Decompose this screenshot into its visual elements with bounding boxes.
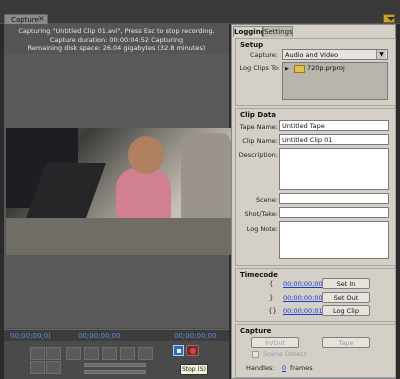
shuttle-slider[interactable]: [84, 363, 146, 367]
handles-value[interactable]: 0: [282, 364, 286, 372]
record-button[interactable]: [186, 345, 199, 356]
video-preview: [6, 128, 231, 255]
go-to-out-button[interactable]: [46, 361, 61, 374]
stop-tooltip: Stop (S): [180, 364, 208, 375]
set-out-button[interactable]: [46, 347, 61, 360]
in-out-button[interactable]: In/Out: [251, 337, 299, 348]
go-to-in-button[interactable]: [30, 361, 45, 374]
out-point-timecode[interactable]: 00;00;00;00: [283, 294, 323, 302]
rewind-icon[interactable]: [66, 347, 81, 360]
expand-arrow-icon[interactable]: ▶: [285, 64, 289, 74]
tape-button[interactable]: Tape: [322, 337, 370, 348]
jog-slider[interactable]: [84, 370, 146, 374]
stop-button[interactable]: [173, 345, 184, 356]
step-forward-icon[interactable]: [120, 347, 135, 360]
scene-detect-label: Scene Detect: [263, 350, 307, 358]
tape-name-input[interactable]: Untitled Tape: [279, 120, 389, 131]
video-table-shape: [6, 218, 231, 255]
step-back-icon[interactable]: [84, 347, 99, 360]
tab-logging[interactable]: Logging: [233, 26, 266, 37]
log-clips-value[interactable]: 720p.prproj: [307, 63, 345, 73]
status-line-3: Remaining disk space: 26.04 gigabytes (3…: [27, 44, 206, 53]
close-icon[interactable]: ×: [38, 14, 46, 24]
log-clips-tree[interactable]: ▶ 720p.prproj: [282, 62, 388, 100]
in-point-icon: {: [269, 280, 274, 288]
log-clip-button[interactable]: Log Clip: [322, 305, 370, 316]
capture-select[interactable]: Audio and Video ▼: [282, 49, 388, 60]
timecode-row: 00;00;00;0( 00;00;00;00 00;00;00;00: [4, 329, 229, 341]
log-note-label: Log Note:: [246, 225, 278, 233]
scene-label: Scene:: [255, 196, 278, 204]
capture-heading: Capture: [240, 327, 272, 335]
tab-settings[interactable]: Settings: [263, 26, 293, 37]
description-label: Description:: [238, 151, 278, 159]
handles-label: Handles:: [246, 364, 275, 372]
clip-name-label: Clip Name:: [242, 137, 278, 145]
folder-icon: [294, 65, 305, 73]
set-in-button[interactable]: [30, 347, 45, 360]
status-line-2: Capture duration: 00:00:04:52 Capturing: [49, 35, 184, 44]
chevron-down-icon: ▼: [376, 50, 386, 59]
shot-take-label: Shot/Take:: [244, 210, 278, 218]
tab-capture-label: Capture: [11, 16, 39, 24]
capture-select-value: Audio and Video: [285, 51, 339, 59]
description-input[interactable]: [279, 148, 389, 190]
duration-timecode[interactable]: 00;00;00;01: [283, 307, 323, 315]
in-point-timecode[interactable]: 00;00;00;00: [283, 280, 323, 288]
set-in-button[interactable]: Set In: [322, 278, 370, 289]
status-line-1: Capturing "Untitled Clip 01.avi", Press …: [18, 27, 215, 35]
shot-take-input[interactable]: [279, 207, 389, 218]
panel-menu-icon[interactable]: [383, 14, 395, 23]
setup-heading: Setup: [240, 41, 264, 49]
tape-name-label: Tape Name:: [239, 123, 278, 131]
video-head-shape: [128, 136, 164, 174]
log-clips-label: Log Clips To:: [239, 64, 280, 72]
capture-label: Capture:: [249, 51, 278, 59]
log-note-input[interactable]: [279, 221, 389, 259]
clip-name-input[interactable]: Untitled Clip 01: [279, 134, 389, 145]
set-out-button[interactable]: Set Out: [322, 292, 370, 303]
timecode-heading: Timecode: [240, 271, 278, 279]
capture-status: Capturing "Untitled Clip 01.avi", Press …: [4, 24, 229, 54]
scene-detect-checkbox[interactable]: [252, 351, 259, 358]
title-bar: [0, 0, 400, 24]
duration-icon: {}: [268, 307, 277, 315]
clip-data-heading: Clip Data: [240, 111, 276, 119]
play-icon[interactable]: [102, 347, 117, 360]
handles-unit: frames: [290, 364, 313, 372]
out-point-icon: }: [269, 294, 274, 302]
scene-input[interactable]: [279, 193, 389, 204]
fast-forward-icon[interactable]: [138, 347, 153, 360]
